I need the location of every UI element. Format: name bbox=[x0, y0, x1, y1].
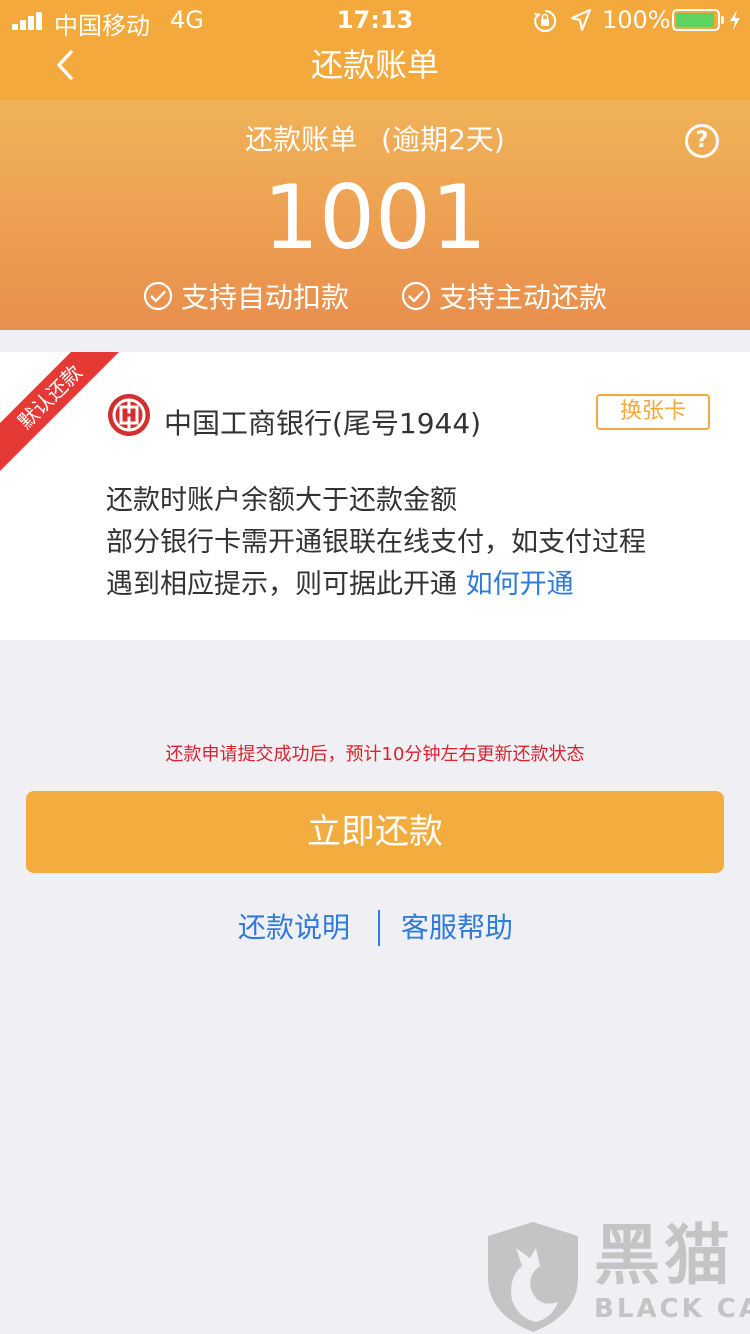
battery-cap bbox=[721, 16, 724, 24]
battery-icon bbox=[672, 9, 720, 31]
bill-header: 还款账单 (逾期2天) ? 1001 支持自动扣款 支持主动还款 bbox=[0, 100, 750, 330]
nav-title: 还款账单 bbox=[310, 46, 439, 84]
help-icon[interactable]: ? bbox=[685, 124, 719, 158]
repay-now-button[interactable]: 立即还款 bbox=[26, 791, 724, 873]
watermark-title: 黑猫 bbox=[594, 1217, 734, 1294]
watermark: 黑猫 BLACK CAT bbox=[478, 1218, 750, 1334]
bill-title-text: 还款账单 bbox=[245, 123, 358, 156]
overdue-label: (逾期2天) bbox=[381, 123, 505, 156]
nav-bar: 还款账单 bbox=[0, 40, 750, 100]
card-section: 默认还款 中国工商银行(尾号1944) 换张卡 还款时账户余额大于还款金额 部分… bbox=[0, 352, 750, 640]
customer-support-link[interactable]: 客服帮助 bbox=[401, 908, 513, 948]
desc-line-with-link: 遇到相应提示，则可据此开通 如何开通 bbox=[106, 564, 726, 606]
rotation-lock-icon bbox=[534, 9, 557, 33]
charging-bolt-icon bbox=[730, 10, 740, 30]
watermark-subtitle: BLACK CAT bbox=[594, 1294, 750, 1324]
link-divider bbox=[378, 910, 380, 946]
how-to-enable-link[interactable]: 如何开通 bbox=[466, 569, 574, 600]
feature-manual-repay: 支持主动还款 bbox=[401, 276, 607, 316]
footer-links: 还款说明 客服帮助 bbox=[0, 908, 750, 948]
desc-line: 部分银行卡需开通银联在线支付，如支付过程 bbox=[106, 527, 646, 558]
battery-percent: 100% bbox=[602, 6, 671, 34]
feature-auto-debit: 支持自动扣款 bbox=[143, 276, 349, 316]
screen: 中国移动 4G 17:13 100% 还款账单 还款账单 (逾期2天) ? 10… bbox=[0, 0, 750, 1334]
check-circle-icon bbox=[143, 281, 173, 311]
feature-label: 支持自动扣款 bbox=[181, 281, 350, 314]
status-bar: 中国移动 4G 17:13 100% bbox=[0, 0, 750, 40]
battery-fill bbox=[676, 13, 714, 27]
icbc-logo-icon bbox=[108, 394, 150, 436]
bill-amount: 1001 bbox=[263, 166, 487, 269]
bank-name: 中国工商银行(尾号1944) bbox=[164, 407, 482, 440]
repay-info-link[interactable]: 还款说明 bbox=[238, 908, 350, 948]
check-circle-icon bbox=[401, 281, 431, 311]
feature-list: 支持自动扣款 支持主动还款 bbox=[0, 276, 750, 316]
card-description: 还款时账户余额大于还款金额 部分银行卡需开通银联在线支付，如支付过程 遇到相应提… bbox=[106, 480, 726, 606]
location-arrow-icon bbox=[570, 8, 592, 32]
desc-line-text: 遇到相应提示，则可据此开通 bbox=[106, 569, 457, 600]
change-card-button[interactable]: 换张卡 bbox=[596, 394, 710, 430]
repay-notice: 还款申请提交成功后，预计10分钟左右更新还款状态 bbox=[165, 744, 585, 765]
feature-label: 支持主动还款 bbox=[439, 281, 608, 314]
black-cat-logo-icon bbox=[488, 1222, 578, 1332]
bill-title: 还款账单 (逾期2天) bbox=[0, 118, 750, 158]
desc-line: 还款时账户余额大于还款金额 bbox=[106, 485, 457, 516]
